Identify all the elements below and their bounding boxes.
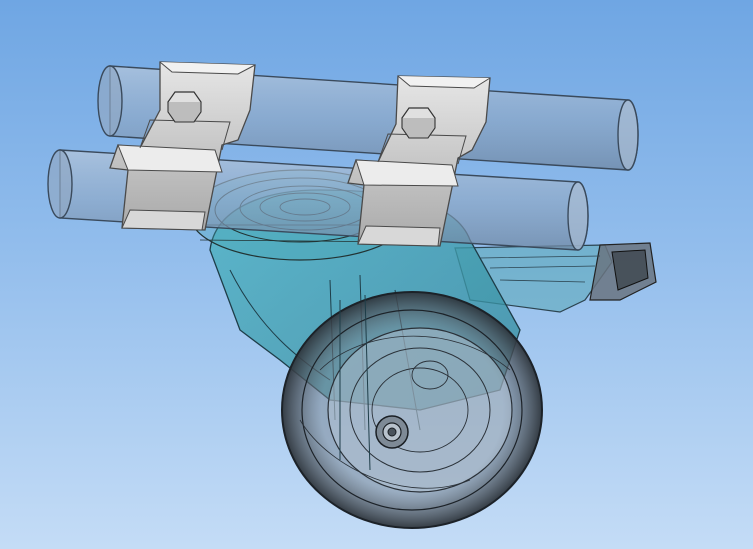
- hex-bolt-icon: [401, 107, 436, 139]
- caster-wheel-icon: [281, 291, 543, 529]
- cad-viewport[interactable]: [0, 0, 753, 549]
- caster-assembly-model[interactable]: [0, 0, 753, 549]
- axle-nut-icon: [375, 415, 409, 449]
- hex-bolt-icon: [167, 91, 202, 123]
